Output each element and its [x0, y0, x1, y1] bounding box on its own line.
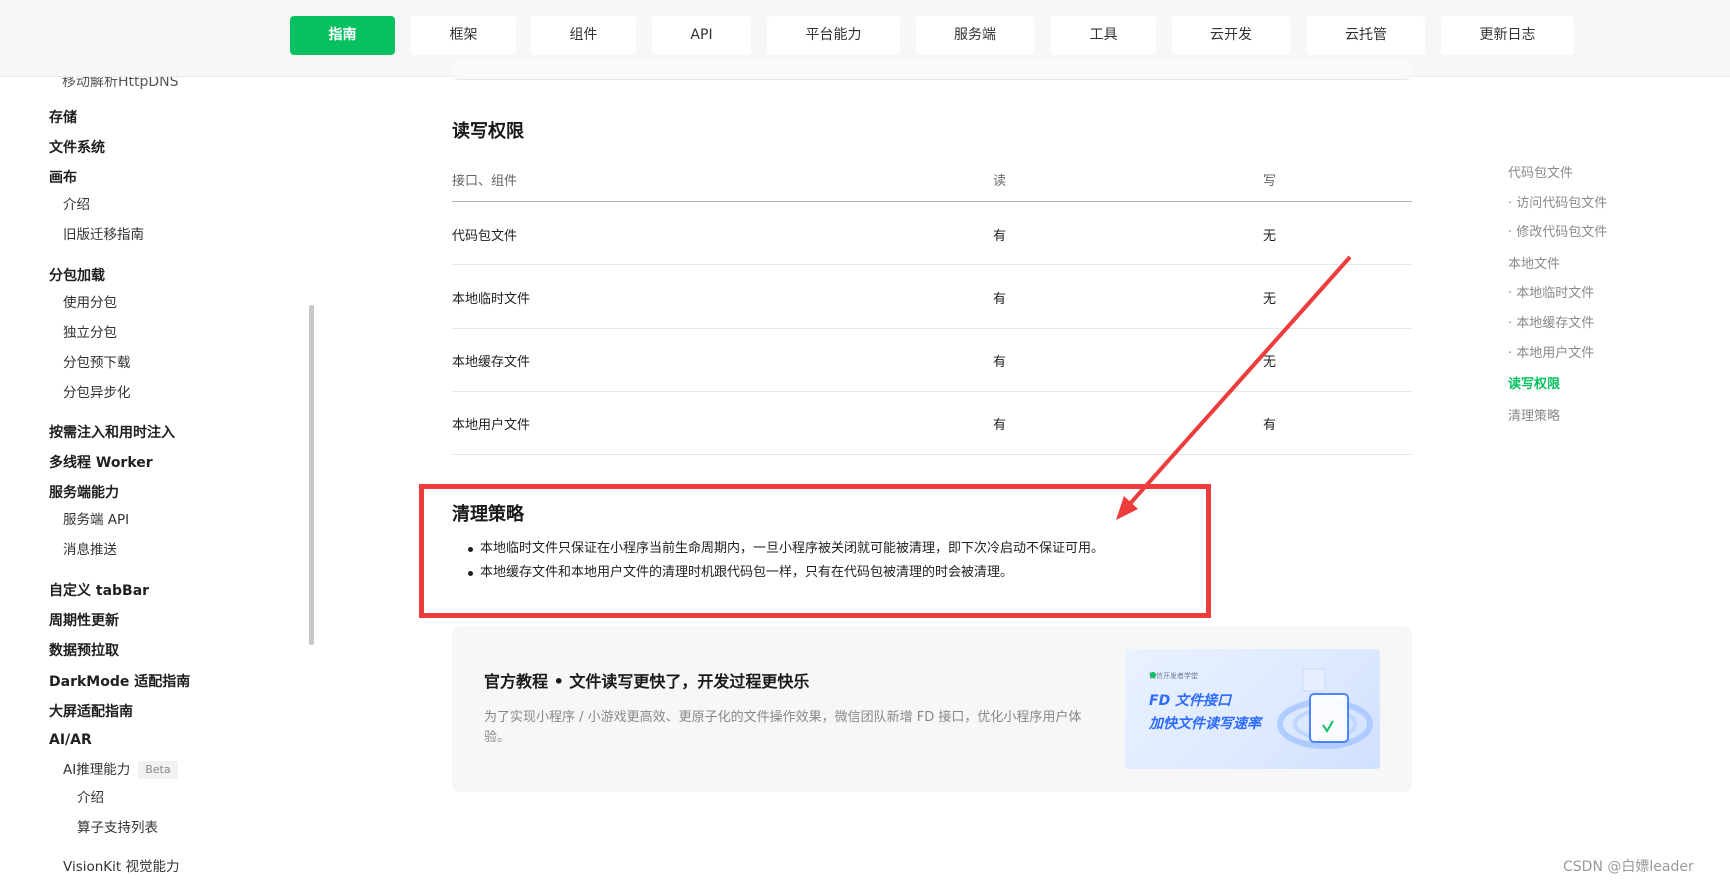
tab-guide[interactable]: 指南 — [290, 16, 395, 55]
annotation-highlight-box — [419, 484, 1211, 618]
table-cell: 本地用户文件 — [452, 418, 531, 433]
table-divider — [452, 328, 1412, 329]
sidebar-item-server-api[interactable]: 服务端 API — [63, 508, 129, 528]
table-cell: 有 — [993, 292, 1007, 307]
tutorial-card-image[interactable]: 微信开发者学堂 FD 文件接口 加快文件读写速率 — [1125, 649, 1380, 769]
sidebar-item-visionkit[interactable]: VisionKit 视觉能力 — [63, 855, 179, 875]
table-header-divider — [452, 201, 1412, 202]
tab-changelog[interactable]: 更新日志 — [1441, 16, 1574, 55]
sidebar-item-ai-ar[interactable]: AI/AR — [49, 732, 92, 748]
previous-card-edge — [452, 60, 1412, 80]
sidebar-item-use-subpackages[interactable]: 使用分包 — [63, 291, 117, 311]
tab-components[interactable]: 组件 — [531, 16, 636, 55]
section-title-permissions: 读写权限 — [452, 121, 524, 142]
sidebar-item-async[interactable]: 分包异步化 — [63, 381, 131, 401]
sidebar: 移动解析HttpDNS 存储 文件系统 画布 介绍 旧版迁移指南 分包加载 使用… — [0, 77, 308, 884]
sidebar-item-canvas-intro[interactable]: 介绍 — [63, 193, 90, 213]
sidebar-item-ai-intro[interactable]: 介绍 — [77, 786, 104, 806]
tab-platform[interactable]: 平台能力 — [767, 16, 900, 55]
sidebar-item-canvas[interactable]: 画布 — [49, 167, 77, 187]
sidebar-item-worker[interactable]: 多线程 Worker — [49, 452, 153, 472]
sidebar-item-label: AI推理能力 — [63, 762, 131, 778]
toc-item[interactable]: · 本地缓存文件 — [1508, 312, 1594, 331]
sidebar-item-storage[interactable]: 存储 — [49, 107, 77, 127]
sidebar-item-tabbar[interactable]: 自定义 tabBar — [49, 580, 149, 600]
tab-cloud-hosting[interactable]: 云托管 — [1307, 16, 1425, 55]
table-divider — [452, 264, 1412, 265]
toc-item[interactable]: · 本地用户文件 — [1508, 342, 1594, 361]
watermark: CSDN @白嫖leader — [1563, 859, 1694, 875]
tutorial-card[interactable]: 官方教程 • 文件读写更快了，开发过程更快乐 为了实现小程序 / 小游戏更高效、… — [452, 626, 1412, 792]
beta-badge: Beta — [138, 761, 178, 779]
table-cell: 有 — [993, 229, 1007, 244]
sidebar-item-lazy-injection[interactable]: 按需注入和用时注入 — [49, 422, 175, 442]
sidebar-item-ai-inference[interactable]: AI推理能力 Beta — [63, 758, 178, 779]
sidebar-item-filesystem[interactable]: 文件系统 — [49, 137, 105, 157]
page: 指南 框架 组件 API 平台能力 服务端 工具 云开发 云托管 更新日志 移动… — [0, 0, 1730, 884]
sidebar-item-darkmode[interactable]: DarkMode 适配指南 — [49, 671, 190, 691]
tab-framework[interactable]: 框架 — [411, 16, 516, 55]
tutorial-card-desc: 为了实现小程序 / 小游戏更高效、更原子化的文件操作效果，微信团队新增 FD 接… — [484, 710, 1082, 745]
table-cell: 有 — [993, 355, 1007, 370]
sidebar-item-preload[interactable]: 分包预下载 — [63, 351, 131, 371]
toc-item[interactable]: · 本地临时文件 — [1508, 282, 1594, 301]
table-divider — [452, 454, 1412, 455]
sidebar-item-prefetch[interactable]: 数据预拉取 — [49, 640, 119, 660]
sidebar-item-subpackages[interactable]: 分包加载 — [49, 265, 105, 285]
sidebar-item-migration[interactable]: 旧版迁移指南 — [63, 223, 144, 243]
table-header-read: 读 — [993, 174, 1007, 189]
sidebar-item-server-capability[interactable]: 服务端能力 — [49, 482, 119, 502]
tutorial-card-title[interactable]: 官方教程 • 文件读写更快了，开发过程更快乐 — [484, 668, 809, 692]
sidebar-item-push[interactable]: 消息推送 — [63, 538, 117, 558]
table-cell: 无 — [1263, 229, 1277, 244]
table-header-interface: 接口、组件 — [452, 174, 518, 189]
tab-tools[interactable]: 工具 — [1051, 16, 1156, 55]
toc-item[interactable]: 本地文件 — [1508, 253, 1560, 272]
toc-item[interactable]: 清理策略 — [1508, 405, 1560, 424]
sidebar-item-operators[interactable]: 算子支持列表 — [77, 816, 158, 836]
table-divider — [452, 391, 1412, 392]
sidebar-item-periodic[interactable]: 周期性更新 — [49, 610, 119, 630]
table-cell: 有 — [1263, 418, 1277, 433]
toc-item[interactable]: · 访问代码包文件 — [1508, 192, 1607, 211]
sidebar-scrollbar[interactable] — [309, 305, 314, 645]
table-cell: 代码包文件 — [452, 229, 518, 244]
tab-cloud-dev[interactable]: 云开发 — [1172, 16, 1290, 55]
table-cell: 无 — [1263, 292, 1277, 307]
toc-item[interactable]: · 修改代码包文件 — [1508, 221, 1607, 240]
image-illustration — [1150, 668, 1373, 749]
tab-api[interactable]: API — [652, 16, 751, 55]
table-header-write: 写 — [1263, 174, 1277, 189]
tab-server[interactable]: 服务端 — [916, 16, 1034, 55]
toc-item-active[interactable]: 读写权限 — [1508, 373, 1560, 392]
table-cell: 本地缓存文件 — [452, 355, 531, 370]
table-cell: 本地临时文件 — [452, 292, 531, 307]
toc-item[interactable]: 代码包文件 — [1508, 162, 1573, 181]
sidebar-item-large-screen[interactable]: 大屏适配指南 — [49, 701, 133, 721]
table-cell: 有 — [993, 418, 1007, 433]
table-cell: 无 — [1263, 355, 1277, 370]
sidebar-item-cut[interactable]: 移动解析HttpDNS — [62, 77, 179, 91]
sidebar-item-independent[interactable]: 独立分包 — [63, 321, 117, 341]
